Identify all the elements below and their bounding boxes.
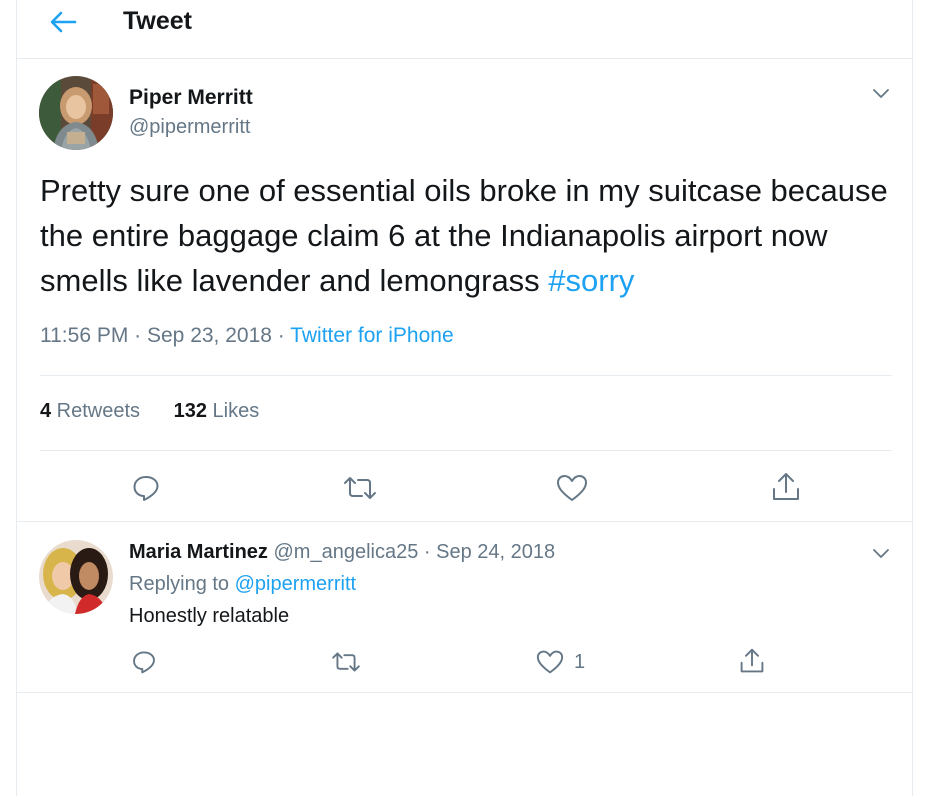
reply-button[interactable] xyxy=(129,472,163,504)
back-button[interactable] xyxy=(45,6,81,38)
likes-stat[interactable]: 132 Likes xyxy=(174,400,260,422)
retweet-icon xyxy=(332,652,360,672)
divider xyxy=(17,521,912,522)
tweet-source-link[interactable]: Twitter for iPhone xyxy=(290,324,453,347)
reply-menu-button[interactable] xyxy=(869,544,893,564)
like-button[interactable] xyxy=(555,472,589,504)
divider xyxy=(17,692,912,693)
share-icon xyxy=(740,648,764,673)
likes-count: 132 xyxy=(173,400,207,422)
divider xyxy=(40,375,892,376)
reply-handle-date[interactable]: @m_angelica25 · Sep 24, 2018 xyxy=(268,541,555,563)
chevron-down-icon xyxy=(873,549,889,558)
reply-reply-button[interactable] xyxy=(129,648,159,676)
heart-icon xyxy=(557,475,587,501)
author-name[interactable]: Piper Merritt xyxy=(129,86,253,110)
heart-icon xyxy=(536,650,564,674)
reply-share-button[interactable] xyxy=(737,646,767,676)
chevron-down-icon xyxy=(873,89,889,98)
tweet-stats: 4 Retweets 132 Likes xyxy=(40,400,287,423)
author-handle[interactable]: @pipermerritt xyxy=(129,116,250,139)
tweet-body: Pretty sure one of essential oils broke … xyxy=(40,173,888,298)
retweets-stat[interactable]: 4 Retweets xyxy=(40,400,140,422)
author-avatar[interactable] xyxy=(39,76,113,150)
page-header: Tweet xyxy=(17,0,912,59)
retweets-count: 4 xyxy=(40,400,52,422)
replying-to: Replying to @pipermerritt xyxy=(129,573,356,596)
page-title: Tweet xyxy=(123,7,192,35)
tweet-menu-button[interactable] xyxy=(869,84,893,104)
reply-retweet-button[interactable] xyxy=(330,648,362,676)
retweet-button[interactable] xyxy=(342,472,378,504)
reply-icon xyxy=(133,651,155,674)
reply-author-avatar[interactable] xyxy=(39,540,113,614)
likes-label: Likes xyxy=(207,400,260,422)
share-icon xyxy=(773,473,799,500)
tweet-column: Tweet Piper Merritt @pipermerritt Pretty… xyxy=(16,0,913,796)
tweet-text: Pretty sure one of essential oils broke … xyxy=(40,168,900,303)
hashtag-link[interactable]: #sorry xyxy=(548,263,634,298)
arrow-left-icon xyxy=(50,11,77,33)
reply-header: Maria Martinez @m_angelica25 · Sep 24, 2… xyxy=(129,541,555,564)
replying-to-link[interactable]: @pipermerritt xyxy=(235,573,356,595)
reply-author-name[interactable]: Maria Martinez xyxy=(129,541,268,563)
reply-icon xyxy=(133,476,159,501)
share-button[interactable] xyxy=(769,470,803,504)
retweet-icon xyxy=(344,477,376,499)
replying-label: Replying to xyxy=(129,573,235,595)
tweet-timestamp[interactable]: 11:56 PM · Sep 23, 2018 · xyxy=(40,324,290,347)
reply-like-count: 1 xyxy=(574,650,586,673)
tweet-meta: 11:56 PM · Sep 23, 2018 · Twitter for iP… xyxy=(40,324,454,348)
reply-like-button[interactable]: 1 xyxy=(536,648,606,676)
reply-text: Honestly relatable xyxy=(129,605,290,627)
retweets-label: Retweets xyxy=(51,400,141,422)
divider xyxy=(40,450,892,451)
